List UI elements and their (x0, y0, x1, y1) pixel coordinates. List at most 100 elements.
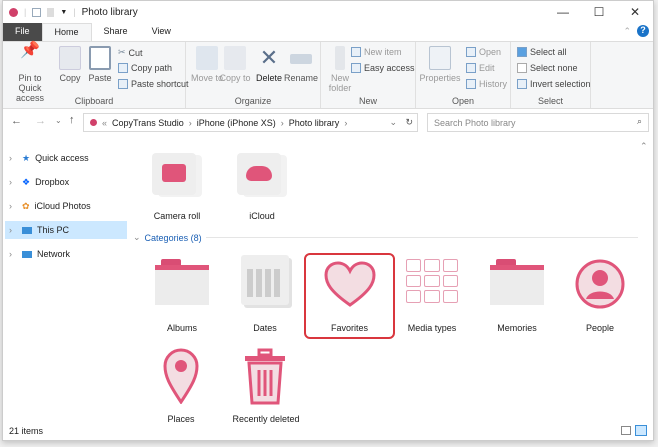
category-people[interactable]: People (560, 253, 640, 339)
select-none-button[interactable]: Select none (517, 63, 578, 73)
nav-item-this-pc[interactable]: › This PC (5, 221, 127, 239)
quick-access-dropdown-icon[interactable]: ▼ (60, 9, 67, 16)
tab-view[interactable]: View (140, 23, 183, 41)
minimize-button[interactable]: — (545, 1, 581, 23)
properties-icon (429, 46, 451, 70)
edit-button[interactable]: Edit (466, 63, 495, 73)
organize-group-label: Organize (234, 96, 272, 106)
category-places[interactable]: Places (141, 346, 221, 424)
copy-to-button[interactable]: Copy to (216, 46, 254, 83)
window-title: Photo library (81, 6, 138, 18)
crumb-iphone[interactable]: iPhone (iPhone XS) (197, 118, 276, 128)
tab-share[interactable]: Share (92, 23, 140, 41)
media-grid-icon (406, 259, 458, 303)
explorer-window: | ▼ | Photo library — ☐ ✕ File Home Shar… (2, 0, 654, 441)
new-group: New folder New item Easy access New (321, 42, 416, 108)
close-button[interactable]: ✕ (617, 1, 653, 23)
crumb-photo-library[interactable]: Photo library (289, 118, 340, 128)
move-to-icon (196, 46, 218, 70)
new-folder-icon (335, 46, 345, 70)
folder-icon (490, 259, 544, 305)
item-count: 21 items (9, 426, 44, 436)
invert-selection-icon (517, 79, 527, 89)
search-input[interactable]: Search Photo library ⌕ (427, 113, 649, 132)
open-group: Properties Open Edit History Open (416, 42, 511, 108)
dropbox-icon: ❖ (22, 176, 31, 187)
status-bar: 21 items (3, 422, 653, 440)
icloud-item[interactable]: iCloud (222, 151, 302, 226)
organize-group: Move to Copy to ✕ Delete Rename Organize (186, 42, 321, 108)
nav-item-icloud-photos[interactable]: › ✿ iCloud Photos (5, 197, 127, 215)
back-button[interactable]: ← (11, 115, 22, 127)
select-all-button[interactable]: Select all (517, 47, 567, 57)
history-button[interactable]: History (466, 79, 507, 89)
select-none-icon (517, 63, 527, 73)
categories-group-header[interactable]: ⌄ Categories (8) (133, 232, 638, 243)
camera-roll-item[interactable]: Camera roll (137, 151, 217, 226)
collapse-ribbon-icon[interactable]: ⌃ (623, 26, 631, 37)
category-recently-deleted[interactable]: Recently deleted (225, 346, 307, 424)
invert-selection-button[interactable]: Invert selection (517, 79, 591, 89)
collapse-chevron-icon: ⌄ (133, 232, 141, 242)
tab-file[interactable]: File (3, 23, 42, 41)
select-group: Select all Select none Invert selection … (511, 42, 591, 108)
ribbon-tabs: File Home Share View ⌃ ? (3, 23, 653, 41)
clipboard-group-label: Clipboard (74, 96, 114, 106)
star-icon: ★ (22, 152, 31, 163)
new-item-button[interactable]: New item (351, 47, 402, 57)
easy-access-button[interactable]: Easy access (351, 63, 415, 73)
tab-home[interactable]: Home (41, 23, 92, 41)
details-view-button[interactable] (621, 426, 631, 435)
copy-path-button[interactable]: Copy path (118, 63, 172, 73)
paste-button[interactable]: Paste (81, 46, 119, 83)
search-icon: ⌕ (636, 116, 642, 126)
forward-button[interactable]: → (35, 115, 46, 127)
open-button[interactable]: Open (466, 47, 501, 57)
crumb-copytrans-studio[interactable]: CopyTrans Studio (112, 118, 184, 128)
category-favorites[interactable]: Favorites (304, 253, 395, 339)
new-group-label: New (358, 96, 377, 106)
edit-icon (466, 63, 476, 73)
category-dates[interactable]: Dates (225, 253, 305, 339)
select-group-label: Select (537, 96, 563, 106)
nav-item-dropbox[interactable]: › ❖ Dropbox (5, 173, 127, 191)
category-memories[interactable]: Memories (477, 253, 557, 339)
trash-icon (245, 348, 285, 405)
paste-shortcut-icon (118, 79, 128, 89)
clipboard-group: 📌 Pin to Quick access Copy Paste ✂ Cut Cop… (3, 42, 189, 108)
cut-button[interactable]: ✂ Cut (118, 47, 143, 58)
nav-item-quick-access[interactable]: › ★ Quick access (5, 149, 127, 167)
pin-quick-access-button[interactable]: 📌 Pin to Quick access (7, 43, 53, 104)
properties-quick-icon[interactable] (32, 7, 42, 17)
folder-icon (155, 259, 209, 305)
new-folder-quick-icon[interactable] (47, 7, 55, 17)
scroll-up-button[interactable]: ⌃ (640, 141, 648, 152)
rename-button[interactable]: Rename (282, 46, 320, 83)
address-bar[interactable]: « CopyTrans Studio › iPhone (iPhone XS) › … (83, 113, 418, 132)
maximize-button[interactable]: ☐ (581, 1, 617, 23)
up-button[interactable]: ↑ (69, 114, 75, 126)
properties-button[interactable]: Properties (418, 46, 462, 83)
history-icon (466, 79, 476, 89)
large-icons-view-button[interactable] (635, 425, 647, 436)
select-all-icon (517, 47, 527, 57)
category-media-types[interactable]: Media types (392, 253, 472, 339)
new-item-icon (351, 47, 361, 57)
overflow-crumb[interactable]: « (102, 118, 107, 128)
rename-icon (290, 54, 312, 64)
nav-item-network[interactable]: › Network (5, 245, 127, 263)
clipboard-icon (89, 46, 111, 70)
address-dropdown-icon[interactable]: ⌄ (389, 117, 397, 128)
recent-locations-button[interactable]: ⌄ (55, 116, 62, 125)
copy-icon (59, 46, 81, 70)
computer-icon (22, 226, 32, 234)
help-icon[interactable]: ? (637, 25, 649, 37)
refresh-icon[interactable]: ↻ (405, 117, 413, 128)
open-group-label: Open (451, 96, 475, 106)
ribbon: 📌 Pin to Quick access Copy Paste ✂ Cut Cop… (3, 41, 653, 109)
copy-path-icon (118, 63, 128, 73)
open-icon (466, 47, 476, 57)
copy-to-icon (224, 46, 246, 70)
category-albums[interactable]: Albums (142, 253, 222, 339)
paste-shortcut-button[interactable]: Paste shortcut (118, 79, 189, 89)
